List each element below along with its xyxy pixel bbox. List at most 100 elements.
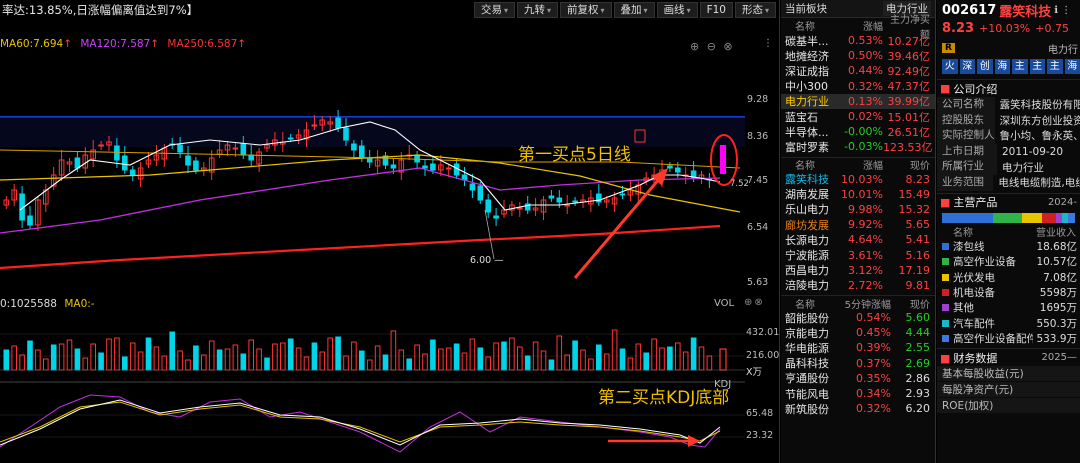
col-name[interactable]: 名称 — [781, 296, 841, 311]
list-item[interactable]: 半导体... -0.00% 26.51亿 — [781, 124, 935, 139]
vol-unit: X万 — [746, 367, 763, 378]
item-name: 中小300 — [785, 80, 828, 94]
col-name[interactable]: 名称 — [781, 157, 841, 172]
concept-chip[interactable]: 深 — [959, 59, 975, 74]
company-section-title: ■ 公司介绍 — [937, 79, 1080, 97]
chart-pane[interactable]: 率达:13.85%,日涨幅偏离值达到7%】 交易 ▾ 九转 ▾ 前复权 ▾ 叠加 ▾ 画线 ▾ F1… — [0, 0, 780, 463]
volume-bar — [382, 354, 389, 371]
info-icon[interactable]: ℹ — [1054, 5, 1058, 16]
toolbar-button-2[interactable]: 前复权 ▾ — [560, 2, 612, 18]
list-item[interactable]: 中小300 0.32% 47.37亿 — [781, 79, 935, 94]
list-item[interactable]: 西昌电力 3.12% 17.19 — [781, 263, 935, 278]
low-price-label: 6.00 — — [470, 255, 504, 266]
volume-bar — [556, 335, 563, 371]
list-item[interactable]: 蓝宝石 0.02% 15.01亿 — [781, 109, 935, 124]
list-item[interactable]: 节能风电 0.34% 2.93 — [781, 386, 935, 401]
list-item[interactable]: 宁波能源 3.61% 5.16 — [781, 247, 935, 263]
volume-pane-title: VOL — [714, 298, 735, 309]
list-item[interactable]: 富时罗素 -0.03% 123.53亿 — [781, 139, 935, 154]
volume-bar — [374, 345, 381, 371]
toolbar-button-3[interactable]: 叠加 ▾ — [613, 2, 655, 18]
col-name[interactable]: 名称 — [781, 18, 841, 33]
item-name: 新筑股份 — [785, 402, 829, 416]
toolbar-button-1[interactable]: 九转 ▾ — [517, 2, 559, 18]
volume-bar — [35, 349, 41, 371]
list-item[interactable]: 碳基半... 0.53% 10.27亿 — [781, 33, 935, 48]
concept-chip[interactable]: 主 — [1029, 59, 1045, 74]
item-name: 深证成指 — [785, 64, 829, 78]
concept-chip[interactable]: 海 — [1064, 59, 1080, 74]
item-value: 17.19 — [898, 263, 931, 277]
list-item[interactable]: 晶科科技 0.37% 2.69 — [781, 356, 935, 371]
volume-bar — [232, 344, 239, 371]
item-pct: 4.64% — [848, 233, 883, 247]
list-item[interactable]: 露笑科技 10.03% 8.23 — [781, 172, 935, 187]
pane-menu-icon[interactable]: ⋮ — [763, 38, 775, 49]
candle-body — [359, 145, 365, 159]
item-pct: 9.92% — [848, 218, 883, 232]
company-info-row: 公司名称 露笑科技股份有限 — [937, 97, 1080, 113]
candle-body — [493, 215, 499, 219]
stock-name[interactable]: 露笑科技 — [999, 1, 1051, 20]
volume-bar — [256, 348, 262, 371]
list-item[interactable]: 韶能股份 0.54% 5.60 — [781, 310, 935, 325]
candlestick-chart[interactable] — [0, 50, 745, 295]
list-item[interactable]: 京能电力 0.45% 4.44 — [781, 325, 935, 340]
products-period[interactable]: 2024- — [1048, 197, 1077, 208]
list-item[interactable]: 深证成指 0.44% 92.49亿 — [781, 63, 935, 78]
info-value: 深圳东方创业投资 — [999, 114, 1080, 127]
list-item[interactable]: 长源电力 4.64% 5.41 — [781, 232, 935, 247]
candle-body — [422, 165, 428, 169]
chevron-down-icon: ▾ — [547, 6, 552, 15]
item-pct: 0.45% — [856, 326, 891, 340]
list-item[interactable]: 湖南发展 10.01% 15.49 — [781, 187, 935, 202]
list-item[interactable]: 新筑股份 0.32% 6.20 — [781, 401, 935, 416]
list-item[interactable]: 乐山电力 9.98% 15.32 — [781, 202, 935, 217]
col-5min[interactable]: 5分钟涨幅 — [841, 296, 891, 311]
company-info-row: 上市日期 2011-09-20 — [937, 143, 1080, 160]
volume-bar — [43, 358, 49, 371]
finance-period[interactable]: 2025— — [1042, 352, 1077, 363]
revenue-share-segment — [942, 212, 993, 223]
list-item[interactable]: 廊坊发展 9.92% 5.65 — [781, 217, 935, 232]
item-name: 西昌电力 — [785, 264, 829, 278]
concept-chip[interactable]: 火 — [942, 59, 958, 74]
company-info-row: 控股股东 深圳东方创业投资 — [937, 112, 1080, 129]
concept-chip[interactable]: 主 — [1012, 59, 1028, 74]
col-price[interactable]: 现价 — [891, 296, 933, 311]
margin-flag-badge: R — [942, 43, 955, 53]
concept-chip[interactable]: 创 — [977, 59, 993, 74]
list-item[interactable]: 涪陵电力 2.72% 9.81 — [781, 278, 935, 293]
list-item[interactable]: 华电能源 0.39% 2.55 — [781, 340, 935, 355]
list-item[interactable]: 地摊经济 0.50% 39.46亿 — [781, 48, 935, 63]
price-tick: 8.36 — [747, 131, 769, 142]
pane-menu-icon[interactable]: ⋮ — [1061, 5, 1072, 16]
concept-chip[interactable]: 海 — [994, 59, 1010, 74]
ma120-up-icon: ↑ — [150, 38, 160, 50]
product-revenue: 5598万 — [1039, 286, 1077, 299]
concept-chip[interactable]: 主 — [1047, 59, 1063, 74]
volume-bar — [627, 357, 634, 371]
volume-chart[interactable] — [0, 312, 745, 384]
volume-bar — [248, 339, 254, 371]
finance-table: 基本每股收益(元) 每股净资产(元) ROE(加权) — [937, 366, 1080, 414]
toolbar-button-4[interactable]: 画线 ▾ — [656, 2, 698, 18]
candle-body — [232, 147, 239, 150]
industry-tag[interactable]: 电力行 — [1048, 41, 1078, 56]
volume-bar — [414, 344, 420, 371]
volume-bar — [445, 347, 452, 371]
list-item[interactable]: 亨通股份 0.35% 2.86 — [781, 371, 935, 386]
col-pct[interactable]: 涨幅 — [841, 157, 883, 172]
list-item[interactable]: 电力行业 0.13% 39.99亿 — [781, 93, 935, 109]
col-price[interactable]: 现价 — [883, 157, 933, 172]
sector-list: 碳基半... 0.53% 10.27亿 地摊经济 0.50% 39.46亿 深证成指 0.44… — [781, 33, 935, 155]
toolbar-button-5[interactable]: F10 — [699, 2, 733, 18]
volume-bar — [3, 349, 10, 371]
candle-body — [548, 195, 555, 199]
toolbar-button-6[interactable]: 形态 ▾ — [734, 2, 776, 18]
item-value: 2.55 — [905, 341, 931, 355]
col-pct[interactable]: 涨幅 — [841, 18, 883, 33]
toolbar-button-0[interactable]: 交易 ▾ — [474, 2, 516, 18]
volume-pane-controls[interactable]: ⊕⊗ — [744, 297, 765, 308]
volume-bar — [501, 341, 507, 371]
